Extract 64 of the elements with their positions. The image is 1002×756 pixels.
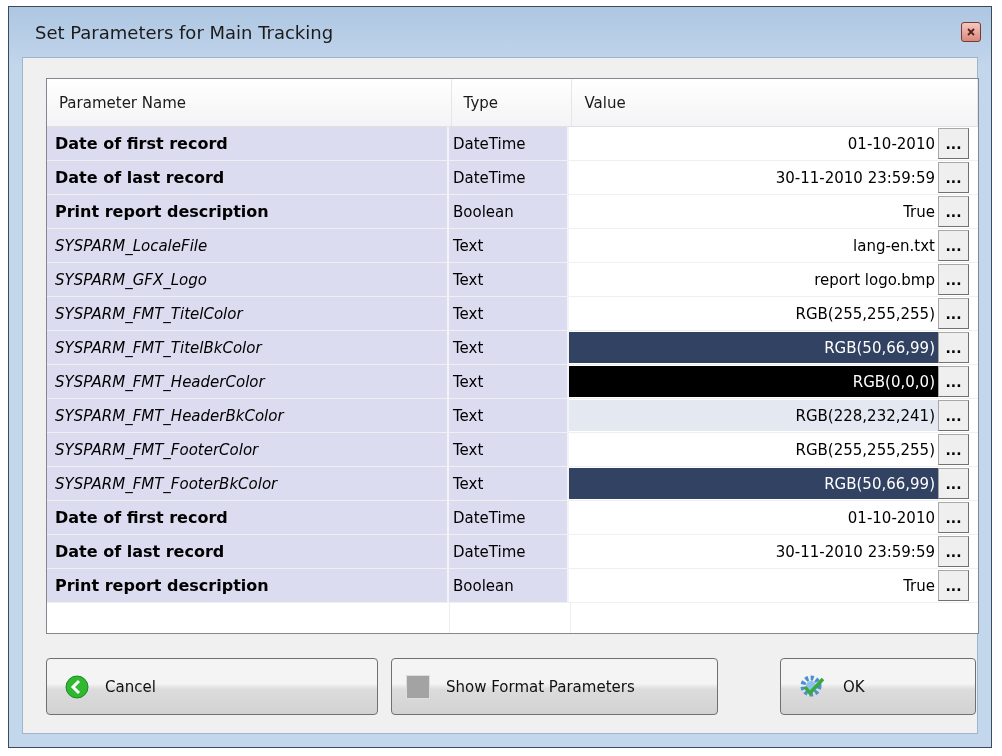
type-cell: DateTime: [449, 161, 569, 194]
parameter-name-cell: Date of last record: [47, 535, 449, 568]
type-cell: Boolean: [449, 195, 569, 228]
type-cell: Text: [449, 399, 569, 432]
parameter-name-cell: SYSPARM_FMT_TitelColor: [47, 297, 449, 330]
value-cell[interactable]: 30-11-2010 23:59:59: [569, 536, 938, 567]
value-cell[interactable]: True: [569, 570, 938, 601]
browse-button[interactable]: ...: [938, 502, 969, 533]
browse-button[interactable]: ...: [938, 230, 969, 261]
type-cell: Text: [449, 331, 569, 364]
column-header[interactable]: Value: [572, 79, 978, 126]
value-cell[interactable]: True: [569, 196, 938, 227]
parameter-name-cell: Date of first record: [47, 127, 449, 160]
value-cell[interactable]: 01-10-2010: [569, 502, 938, 533]
value-cell[interactable]: RGB(0,0,0): [569, 366, 938, 397]
browse-button[interactable]: ...: [938, 400, 969, 431]
browse-button[interactable]: ...: [938, 366, 969, 397]
parameter-name-cell: SYSPARM_FMT_HeaderBkColor: [47, 399, 449, 432]
type-cell: Boolean: [449, 569, 569, 602]
parameter-name-cell: SYSPARM_FMT_FooterColor: [47, 433, 449, 466]
value-cell[interactable]: 01-10-2010: [569, 128, 938, 159]
square-icon: [406, 674, 430, 699]
column-header[interactable]: Parameter Name: [47, 79, 452, 126]
parameter-name-cell: SYSPARM_GFX_Logo: [47, 263, 449, 296]
type-cell: Text: [449, 365, 569, 398]
value-cell[interactable]: 30-11-2010 23:59:59: [569, 162, 938, 193]
browse-button[interactable]: ...: [938, 298, 969, 329]
parameter-name-cell: Date of first record: [47, 501, 449, 534]
browse-button[interactable]: ...: [938, 434, 969, 465]
type-cell: DateTime: [449, 127, 569, 160]
value-cell[interactable]: RGB(50,66,99): [569, 332, 938, 363]
parameter-name-cell: Print report description: [47, 569, 449, 602]
browse-button[interactable]: ...: [938, 128, 969, 159]
type-cell: Text: [449, 229, 569, 262]
parameter-name-cell: SYSPARM_FMT_HeaderColor: [47, 365, 449, 398]
type-cell: DateTime: [449, 535, 569, 568]
parameter-name-cell: Date of last record: [47, 161, 449, 194]
type-cell: Text: [449, 467, 569, 500]
format-parameters-button[interactable]: Show Format Parameters: [391, 658, 718, 715]
type-cell: Text: [449, 433, 569, 466]
browse-button[interactable]: ...: [938, 536, 969, 567]
ok-button[interactable]: OK: [780, 658, 976, 715]
close-button[interactable]: [961, 22, 981, 42]
value-cell[interactable]: RGB(50,66,99): [569, 468, 938, 499]
value-cell[interactable]: report logo.bmp: [569, 264, 938, 295]
parameter-name-cell: Print report description: [47, 195, 449, 228]
column-header[interactable]: Type: [451, 79, 573, 126]
browse-button[interactable]: ...: [938, 468, 969, 499]
type-cell: Text: [449, 263, 569, 296]
browse-button[interactable]: ...: [938, 196, 969, 227]
window-title: Set Parameters for Main Tracking: [35, 21, 334, 43]
cancel-button[interactable]: Cancel: [46, 658, 378, 715]
parameter-name-cell: SYSPARM_FMT_TitelBkColor: [47, 331, 449, 364]
close-icon: [966, 27, 976, 37]
browse-button[interactable]: ...: [938, 264, 969, 295]
browse-button[interactable]: ...: [938, 162, 969, 193]
browse-button[interactable]: ...: [938, 332, 969, 363]
browse-button[interactable]: ...: [938, 570, 969, 601]
value-cell[interactable]: lang-en.txt: [569, 230, 938, 261]
value-cell[interactable]: RGB(228,232,241): [569, 400, 938, 431]
parameter-name-cell: SYSPARM_LocaleFile: [47, 229, 449, 262]
parameter-name-cell: SYSPARM_FMT_FooterBkColor: [47, 467, 449, 500]
type-cell: DateTime: [449, 501, 569, 534]
type-cell: Text: [449, 297, 569, 330]
